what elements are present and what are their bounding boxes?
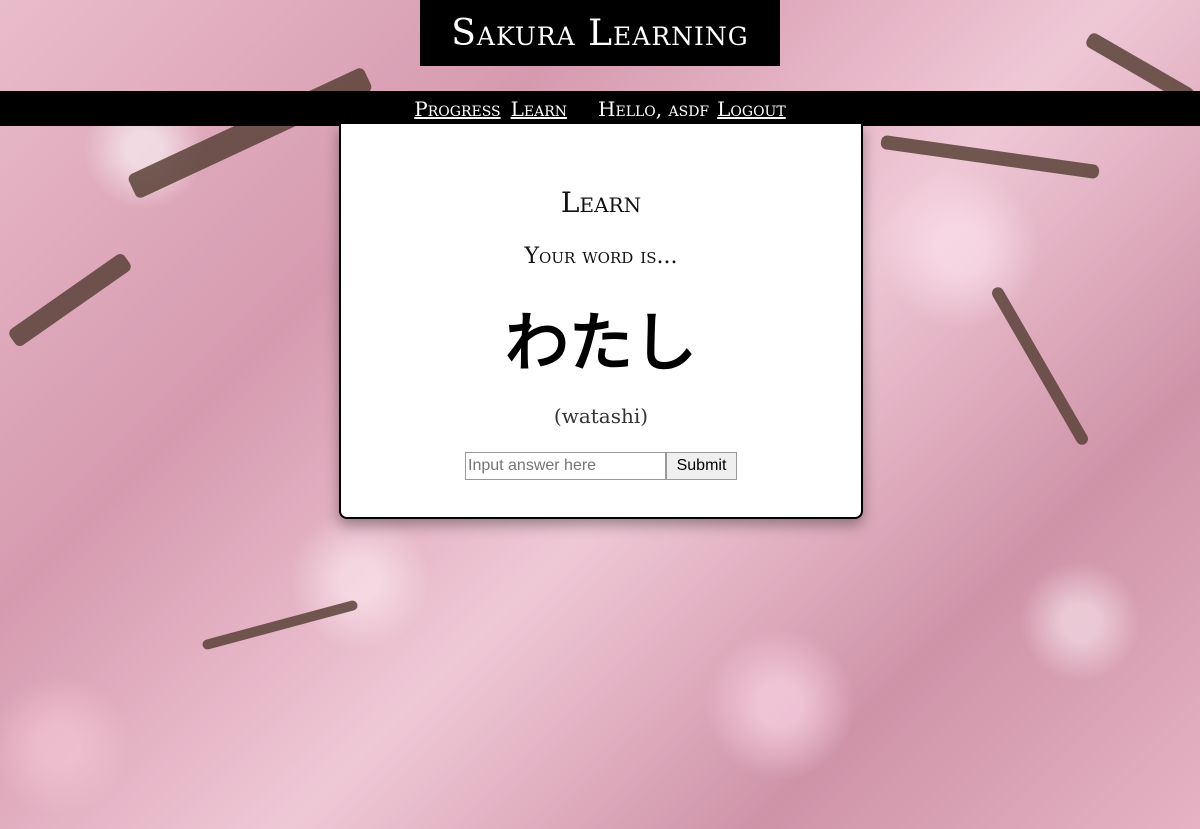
background-branch	[6, 251, 134, 349]
learn-card: Learn Your word is... わたし (watashi) Subm…	[339, 124, 863, 519]
site-title: Sakura Learning	[451, 12, 749, 54]
nav-link-logout[interactable]: Logout	[717, 97, 786, 121]
site-title-banner: Sakura Learning	[420, 0, 780, 66]
background-branch	[989, 285, 1091, 447]
answer-form: Submit	[341, 452, 861, 480]
background-branch	[126, 66, 374, 200]
submit-button[interactable]: Submit	[666, 452, 737, 480]
nav-link-progress[interactable]: Progress	[414, 97, 500, 121]
background-branch	[880, 134, 1100, 180]
nav-link-learn[interactable]: Learn	[511, 97, 567, 121]
answer-input[interactable]	[465, 452, 666, 480]
card-heading: Learn	[560, 186, 642, 219]
user-greeting: Hello, asdf	[598, 96, 710, 121]
card-subheading: Your word is...	[524, 244, 678, 269]
japanese-word: わたし	[505, 307, 697, 381]
background-branch	[201, 599, 359, 651]
romaji-reading: (watashi)	[553, 404, 649, 428]
navbar: Progress Learn Hello, asdf Logout	[0, 91, 1200, 126]
